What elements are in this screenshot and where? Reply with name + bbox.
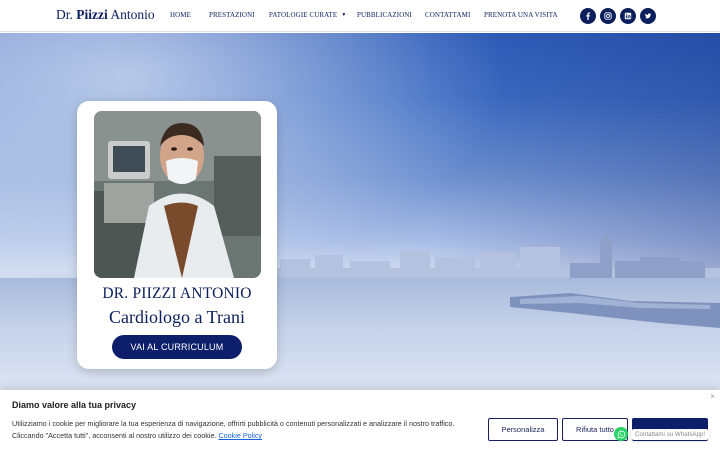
whatsapp-icon[interactable] <box>614 427 628 441</box>
nav-item-prenota-visita[interactable]: PRENOTA UNA VISITA <box>484 11 558 19</box>
cookie-title: Diamo valore alla tua privacy <box>12 400 137 410</box>
cookie-policy-link[interactable]: Cookie Policy <box>218 431 262 440</box>
customize-cookies-button[interactable]: Personalizza <box>488 418 558 441</box>
nav-item-prestazioni[interactable]: PRESTAZIONI <box>209 11 255 19</box>
nav-item-patologie-curate[interactable]: PATOLOGIE CURATE ▼ <box>269 11 346 19</box>
whatsapp-widget[interactable]: Contattami su WhatsApp! <box>614 426 710 442</box>
nav-item-label: PATOLOGIE CURATE <box>269 11 338 19</box>
doctor-role: Cardiologo a Trani <box>108 307 245 327</box>
doctor-photo <box>94 111 261 278</box>
harbor-pier-image <box>510 293 720 328</box>
whatsapp-label[interactable]: Contattami su WhatsApp! <box>631 428 710 440</box>
nav-item-home[interactable]: HOME <box>170 11 191 19</box>
doctor-name: DR. PIIZZI ANTONIO <box>102 285 252 302</box>
facebook-icon[interactable] <box>580 8 596 24</box>
twitter-icon[interactable] <box>640 8 656 24</box>
chevron-down-icon: ▼ <box>341 13 347 18</box>
curriculum-button[interactable]: VAI AL CURRICULUM <box>112 335 242 359</box>
profile-card: DR. PIIZZI ANTONIO Cardiologo a Trani VA… <box>77 101 277 369</box>
site-header: Dr. Piizzi Antonio HOME PRESTAZIONI PATO… <box>0 0 720 32</box>
nav-item-contattami[interactable]: CONTATTAMI <box>425 11 470 19</box>
linkedin-icon[interactable] <box>620 8 636 24</box>
nav-item-pubblicazioni[interactable]: PUBBLICAZIONI <box>357 11 412 19</box>
close-icon[interactable]: × <box>710 392 715 401</box>
instagram-icon[interactable] <box>600 8 616 24</box>
cookie-message: Utilizziamo i cookie per migliorare la t… <box>12 418 482 442</box>
